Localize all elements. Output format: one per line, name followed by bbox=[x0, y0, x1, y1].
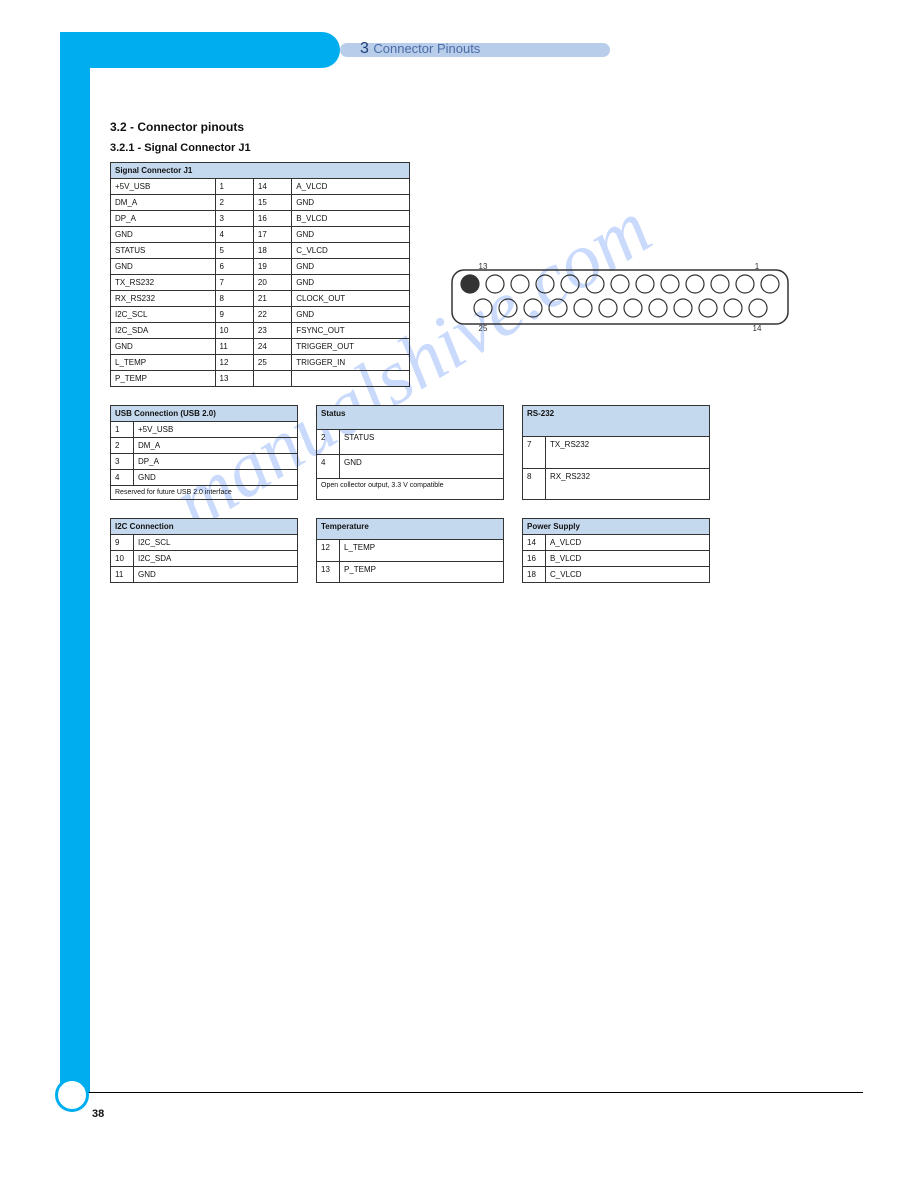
table-row: DP_A316B_VLCD bbox=[111, 211, 410, 227]
table-row: I2C_SDA1023FSYNC_OUT bbox=[111, 323, 410, 339]
table-row: 4GND bbox=[111, 470, 298, 486]
sub-table: I2C Connection9I2C_SCL10I2C_SDA11GND bbox=[110, 518, 298, 583]
table-row: TX_RS232720GND bbox=[111, 275, 410, 291]
table-row: 13P_TEMP bbox=[317, 561, 504, 582]
sub-table: Power Supply14A_VLCD16B_VLCD18C_VLCD bbox=[522, 518, 710, 583]
table-row: 18C_VLCD bbox=[523, 567, 710, 583]
table-row: 9I2C_SCL bbox=[111, 535, 298, 551]
table-row: 2STATUS bbox=[317, 430, 504, 454]
table-row: L_TEMP1225TRIGGER_IN bbox=[111, 355, 410, 371]
table-row: GND1124TRIGGER_OUT bbox=[111, 339, 410, 355]
content-area: 3.2 - Connector pinouts 3.2.1 - Signal C… bbox=[110, 120, 870, 583]
table-row: 11GND bbox=[111, 567, 298, 583]
section-heading: 3.2 - Connector pinouts bbox=[110, 120, 870, 134]
table-row: RX_RS232821CLOCK_OUT bbox=[111, 291, 410, 307]
table-row: 1+5V_USB bbox=[111, 422, 298, 438]
table-row: 16B_VLCD bbox=[523, 551, 710, 567]
svg-text:25: 25 bbox=[479, 324, 488, 332]
table-row: GND619GND bbox=[111, 259, 410, 275]
sub-table: USB Connection (USB 2.0)1+5V_USB2DM_A3DP… bbox=[110, 405, 298, 500]
sub-table: RS-2327TX_RS2328RX_RS232 bbox=[522, 405, 710, 500]
table-row: DM_A215GND bbox=[111, 195, 410, 211]
table-row: 12L_TEMP bbox=[317, 540, 504, 561]
svg-text:13: 13 bbox=[479, 262, 488, 271]
sub-table: Status2STATUS4GNDOpen collector output, … bbox=[316, 405, 504, 500]
table-row-group: USB Connection (USB 2.0)1+5V_USB2DM_A3DP… bbox=[110, 405, 870, 500]
table-row: 14A_VLCD bbox=[523, 535, 710, 551]
connector-icon: 13 1 25 14 bbox=[450, 262, 790, 332]
connector-diagram: 13 1 25 14 bbox=[450, 262, 790, 337]
table-row: 2DM_A bbox=[111, 438, 298, 454]
subsection-heading: 3.2.1 - Signal Connector J1 bbox=[110, 142, 870, 154]
sub-table: Temperature12L_TEMP13P_TEMP bbox=[316, 518, 504, 583]
table-header: Signal Connector J1 bbox=[111, 163, 410, 179]
table-row: GND417GND bbox=[111, 227, 410, 243]
table-row: I2C_SCL922GND bbox=[111, 307, 410, 323]
chapter-number: 3 bbox=[360, 40, 369, 57]
chapter-title: Connector Pinouts bbox=[373, 41, 480, 56]
table-row-group: I2C Connection9I2C_SCL10I2C_SDA11GND Temp… bbox=[110, 518, 870, 583]
signal-connector-table: Signal Connector J1 +5V_USB114A_VLCDDM_A… bbox=[110, 162, 410, 387]
table-row: 3DP_A bbox=[111, 454, 298, 470]
frame-circle-icon bbox=[55, 1078, 89, 1112]
footer-rule bbox=[83, 1092, 863, 1093]
table-row: 8RX_RS232 bbox=[523, 468, 710, 499]
page-number: 38 bbox=[92, 1108, 104, 1120]
table-row: 4GND bbox=[317, 454, 504, 478]
chapter-header: 3 Connector Pinouts bbox=[360, 40, 480, 58]
svg-text:1: 1 bbox=[755, 262, 760, 271]
table-row: 7TX_RS232 bbox=[523, 437, 710, 468]
frame-horizontal bbox=[60, 32, 340, 68]
table-row: 10I2C_SDA bbox=[111, 551, 298, 567]
frame-vertical bbox=[60, 32, 90, 1092]
table-row: +5V_USB114A_VLCD bbox=[111, 179, 410, 195]
table-row: STATUS518C_VLCD bbox=[111, 243, 410, 259]
svg-text:14: 14 bbox=[753, 324, 762, 332]
table-row: P_TEMP13 bbox=[111, 371, 410, 387]
